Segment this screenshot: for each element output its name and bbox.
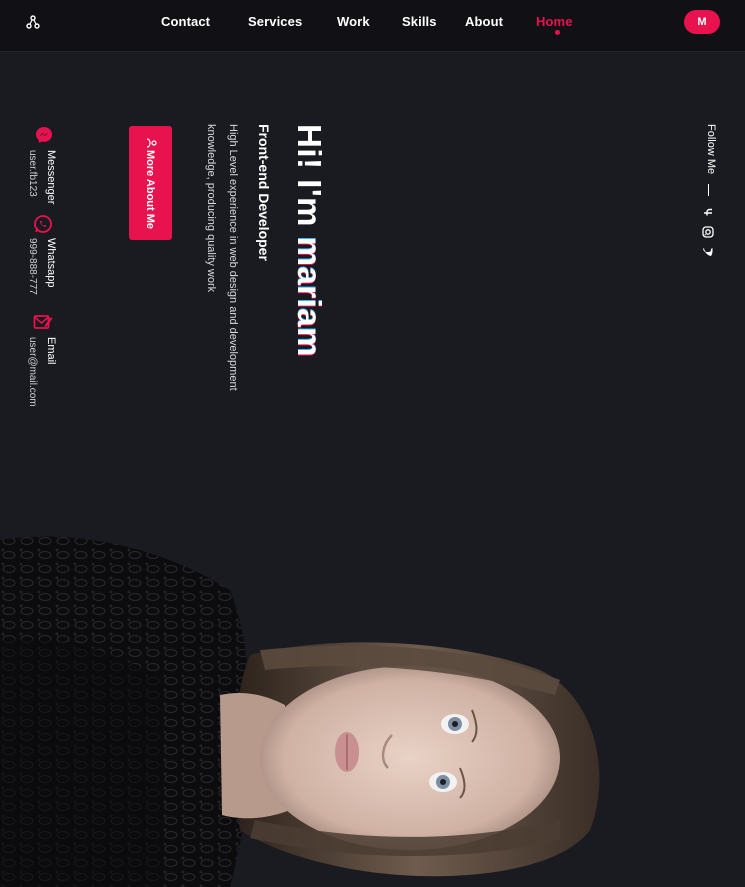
user-icon bbox=[144, 138, 157, 150]
email-label: Email bbox=[45, 337, 57, 365]
main-nav: Contact Services Work Skills About Home bbox=[0, 14, 745, 38]
nav-item-about[interactable]: About bbox=[465, 14, 503, 29]
active-nav-indicator bbox=[555, 30, 560, 35]
nav-item-services[interactable]: Services bbox=[248, 14, 302, 29]
top-navigation-bar: Contact Services Work Skills About Home … bbox=[0, 0, 745, 52]
nav-item-work[interactable]: Work bbox=[337, 14, 370, 29]
messenger-label: Messenger bbox=[45, 150, 57, 205]
hero-title-prefix: Hi! I'm bbox=[291, 124, 328, 237]
follow-divider bbox=[708, 184, 709, 196]
more-about-me-label: More About Me bbox=[144, 138, 157, 229]
whatsapp-icon[interactable] bbox=[33, 214, 53, 239]
facebook-icon[interactable] bbox=[701, 205, 715, 219]
hero-description-line-1: High Level experience in web design and … bbox=[227, 124, 239, 391]
hero-title-name: mariam bbox=[291, 236, 328, 358]
more-about-me-text: More About Me bbox=[144, 150, 156, 230]
follow-me-label: Follow Me bbox=[705, 124, 717, 175]
hero-description-line-2: knowledge, producing quality work bbox=[205, 124, 217, 293]
messenger-value[interactable]: user.fb123 bbox=[27, 150, 38, 197]
instagram-icon[interactable] bbox=[701, 225, 715, 239]
email-icon[interactable] bbox=[33, 313, 53, 336]
nav-item-home[interactable]: Home bbox=[536, 14, 573, 29]
email-value[interactable]: user@mail.com bbox=[27, 337, 38, 407]
whatsapp-value[interactable]: 999-888-777 bbox=[27, 238, 38, 295]
whatsapp-label: Whatsapp bbox=[45, 238, 57, 288]
profile-portrait bbox=[0, 520, 745, 887]
avatar-button[interactable]: M bbox=[684, 10, 720, 34]
more-about-me-button[interactable]: More About Me bbox=[129, 126, 172, 240]
nav-item-contact[interactable]: Contact bbox=[161, 14, 210, 29]
messenger-icon[interactable] bbox=[35, 126, 53, 149]
avatar-letter: M bbox=[697, 16, 707, 28]
hero-title: Hi! I'm mariam bbox=[291, 124, 328, 358]
hero-subtitle: Front-end Developer bbox=[256, 124, 272, 261]
nav-item-skills[interactable]: Skills bbox=[402, 14, 437, 29]
twitter-icon[interactable] bbox=[701, 245, 715, 259]
